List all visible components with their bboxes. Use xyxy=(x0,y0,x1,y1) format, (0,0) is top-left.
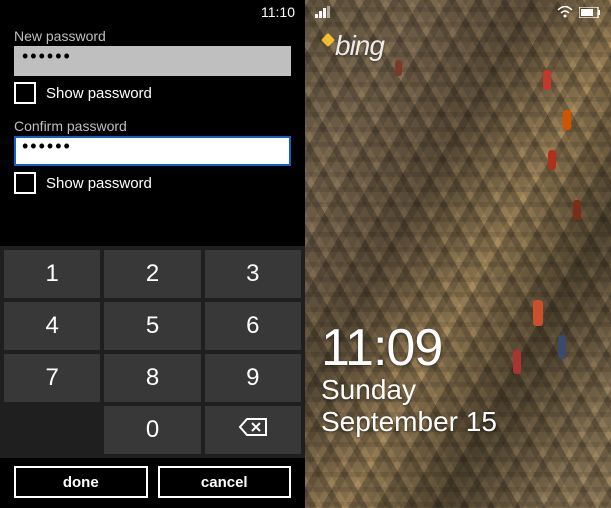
cancel-button[interactable]: cancel xyxy=(158,466,292,498)
show-password-label: Show password xyxy=(46,175,152,192)
key-2[interactable]: 2 xyxy=(104,250,200,298)
lock-day: Sunday xyxy=(321,374,497,406)
key-6[interactable]: 6 xyxy=(205,302,301,350)
lock-screen[interactable]: bing 11:09 Sunday September 15 xyxy=(305,0,611,508)
lock-time: 11:09 xyxy=(321,322,497,374)
key-blank xyxy=(4,406,100,454)
password-screen: 11:10 New password •••••• Show password … xyxy=(0,0,305,508)
done-button[interactable]: done xyxy=(14,466,148,498)
signal-icon xyxy=(315,6,331,18)
battery-icon xyxy=(579,7,601,18)
show-confirm-password-row[interactable]: Show password xyxy=(14,172,291,194)
numeric-keypad: 1 2 3 4 5 6 7 8 9 0 xyxy=(0,246,305,458)
show-new-password-row[interactable]: Show password xyxy=(14,82,291,104)
status-time: 11:10 xyxy=(261,4,295,20)
key-3[interactable]: 3 xyxy=(205,250,301,298)
key-8[interactable]: 8 xyxy=(104,354,200,402)
confirm-password-input[interactable]: •••••• xyxy=(14,136,291,166)
key-0[interactable]: 0 xyxy=(104,406,200,454)
checkbox-icon[interactable] xyxy=(14,82,36,104)
show-password-label: Show password xyxy=(46,85,152,102)
key-5[interactable]: 5 xyxy=(104,302,200,350)
status-bar xyxy=(305,0,611,24)
bing-accent-icon xyxy=(321,33,335,47)
status-bar: 11:10 xyxy=(0,0,305,24)
lock-date: September 15 xyxy=(321,406,497,438)
confirm-password-label: Confirm password xyxy=(14,118,291,134)
key-backspace[interactable] xyxy=(205,406,301,454)
new-password-input[interactable]: •••••• xyxy=(14,46,291,76)
bing-text: bing xyxy=(335,30,384,62)
key-9[interactable]: 9 xyxy=(205,354,301,402)
wifi-icon xyxy=(557,6,573,18)
password-form: New password •••••• Show password Confir… xyxy=(0,24,305,208)
bing-logo: bing xyxy=(323,30,384,62)
backspace-icon xyxy=(238,416,268,444)
key-1[interactable]: 1 xyxy=(4,250,100,298)
key-4[interactable]: 4 xyxy=(4,302,100,350)
new-password-label: New password xyxy=(14,28,291,44)
action-bar: done cancel xyxy=(0,458,305,508)
key-7[interactable]: 7 xyxy=(4,354,100,402)
checkbox-icon[interactable] xyxy=(14,172,36,194)
lock-info: 11:09 Sunday September 15 xyxy=(321,322,497,438)
